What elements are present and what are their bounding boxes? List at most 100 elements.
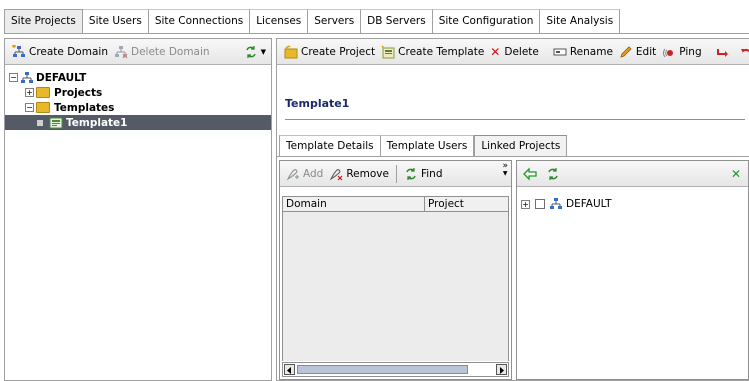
create-template-label: Create Template	[398, 45, 485, 58]
remove-link-icon	[330, 168, 343, 180]
column-header-project[interactable]: Project	[425, 197, 508, 211]
rename-button[interactable]: Rename	[550, 41, 616, 63]
create-project-icon	[284, 44, 298, 58]
linked-projects-toolbar: Add Remove Find » ▼	[280, 161, 511, 187]
title-divider	[285, 119, 745, 120]
navigate-back-button[interactable]	[736, 41, 749, 63]
main-tab-bar: Site Projects Site Users Site Connection…	[4, 9, 621, 33]
create-project-label: Create Project	[301, 45, 376, 58]
rename-icon	[553, 48, 567, 55]
refresh-icon	[548, 167, 558, 180]
redirect-arrow-icon	[716, 48, 728, 57]
tab-site-projects[interactable]: Site Projects	[4, 9, 83, 33]
delete-domain-button[interactable]: Delete Domain	[111, 41, 213, 63]
scroll-right-icon[interactable]	[496, 364, 507, 375]
column-header-domain[interactable]: Domain	[283, 197, 425, 211]
chevron-down-icon: ▼	[502, 169, 508, 177]
rename-label: Rename	[569, 45, 613, 58]
tab-site-analysis[interactable]: Site Analysis	[540, 9, 621, 33]
overflow-icon: »	[502, 160, 508, 171]
folder-icon	[36, 87, 50, 98]
domain-toolbar: Create Domain Delete Domain ▼	[5, 39, 271, 65]
tab-licenses[interactable]: Licenses	[250, 9, 309, 33]
horizontal-scrollbar[interactable]	[282, 362, 509, 377]
page-title: Template1	[285, 97, 350, 110]
domain-icon	[21, 71, 33, 83]
link-back-button[interactable]	[520, 163, 543, 185]
find-button[interactable]: Find	[401, 163, 446, 185]
tab-template-details[interactable]: Template Details	[279, 135, 381, 157]
available-tree-node-default[interactable]: + DEFAULT	[521, 197, 611, 211]
refresh-button[interactable]	[543, 163, 566, 185]
tab-template-users[interactable]: Template Users	[380, 135, 475, 157]
tab-servers[interactable]: Servers	[308, 9, 362, 33]
refresh-icon	[406, 167, 416, 180]
add-link-button[interactable]: Add	[283, 163, 326, 185]
close-panel-button[interactable]: ✕	[728, 163, 744, 185]
create-domain-label: Create Domain	[29, 45, 108, 58]
folder-icon	[36, 102, 50, 113]
collapse-icon[interactable]: −	[9, 73, 18, 82]
close-icon: ✕	[730, 166, 741, 181]
delete-button[interactable]: ✕ Delete	[487, 41, 542, 63]
add-label: Add	[303, 167, 324, 180]
left-arrow-icon	[523, 166, 537, 181]
subtab-divider	[277, 156, 749, 157]
chevron-down-icon: ▼	[260, 47, 266, 56]
grid-header: Domain Project	[282, 196, 509, 212]
delete-label: Delete	[504, 45, 539, 58]
tree-label-projects: Projects	[54, 86, 103, 99]
remove-link-button[interactable]: Remove	[326, 163, 392, 185]
remove-label: Remove	[346, 167, 389, 180]
linked-projects-panel: Add Remove Find » ▼ Domain Project	[279, 160, 512, 380]
tree-label-default: DEFAULT	[36, 71, 87, 84]
domain-tree-pane: Create Domain Delete Domain ▼ − DEFAULT …	[4, 38, 272, 381]
delete-domain-label: Delete Domain	[130, 45, 210, 58]
add-link-icon	[286, 168, 299, 180]
detail-tab-bar: Template Details Template Users Linked P…	[279, 135, 568, 157]
refresh-dropdown-button[interactable]: ▼	[241, 41, 269, 63]
create-template-button[interactable]: Create Template	[378, 41, 487, 63]
grid-body	[282, 212, 509, 361]
create-project-button[interactable]: Create Project	[281, 41, 378, 63]
toolbar-separator	[395, 164, 397, 183]
edit-button[interactable]: Edit	[616, 41, 659, 63]
ping-label: Ping	[679, 45, 702, 58]
tree-label-template1: Template1	[66, 116, 128, 129]
linked-toolbar-overflow-button[interactable]: » ▼	[499, 160, 511, 185]
tab-site-users[interactable]: Site Users	[82, 9, 149, 33]
expand-icon[interactable]: +	[521, 199, 530, 209]
ping-icon	[663, 48, 674, 57]
tab-linked-projects[interactable]: Linked Projects	[474, 135, 568, 157]
tab-db-servers[interactable]: DB Servers	[361, 9, 433, 33]
tree-node-projects[interactable]: + Projects	[9, 85, 267, 100]
template-icon	[49, 117, 63, 128]
back-arrow-icon	[740, 48, 749, 53]
delete-domain-icon	[114, 45, 128, 58]
tree-node-templates[interactable]: − Templates	[9, 100, 267, 115]
collapse-icon[interactable]: −	[25, 103, 34, 112]
navigate-forward-button[interactable]	[713, 41, 736, 63]
create-domain-icon	[12, 44, 25, 57]
create-template-icon	[381, 44, 395, 58]
ping-button[interactable]: Ping	[659, 41, 704, 63]
domain-checkbox[interactable]	[535, 199, 545, 209]
create-domain-button[interactable]: Create Domain	[9, 41, 111, 63]
template-details-pane: Create Project Create Template ✕ Delete …	[276, 38, 749, 381]
refresh-icon	[245, 45, 256, 58]
available-projects-toolbar: ✕	[517, 161, 748, 187]
tree-label-templates: Templates	[54, 101, 115, 114]
expand-icon[interactable]: +	[25, 88, 34, 97]
find-label: Find	[420, 167, 443, 180]
tab-site-connections[interactable]: Site Connections	[148, 9, 251, 33]
available-projects-panel: ✕ + DEFAULT	[516, 160, 749, 380]
tree-node-default[interactable]: − DEFAULT	[9, 70, 267, 85]
tree-node-template1[interactable]: Template1	[5, 115, 271, 130]
available-tree-label-default: DEFAULT	[566, 198, 612, 210]
leaf-marker-icon	[37, 119, 43, 126]
tab-site-configuration[interactable]: Site Configuration	[432, 9, 541, 33]
scroll-left-icon[interactable]	[284, 364, 295, 375]
scroll-thumb[interactable]	[297, 365, 468, 374]
domain-icon	[550, 198, 562, 209]
app-window: Site Projects Site Users Site Connection…	[0, 0, 749, 381]
